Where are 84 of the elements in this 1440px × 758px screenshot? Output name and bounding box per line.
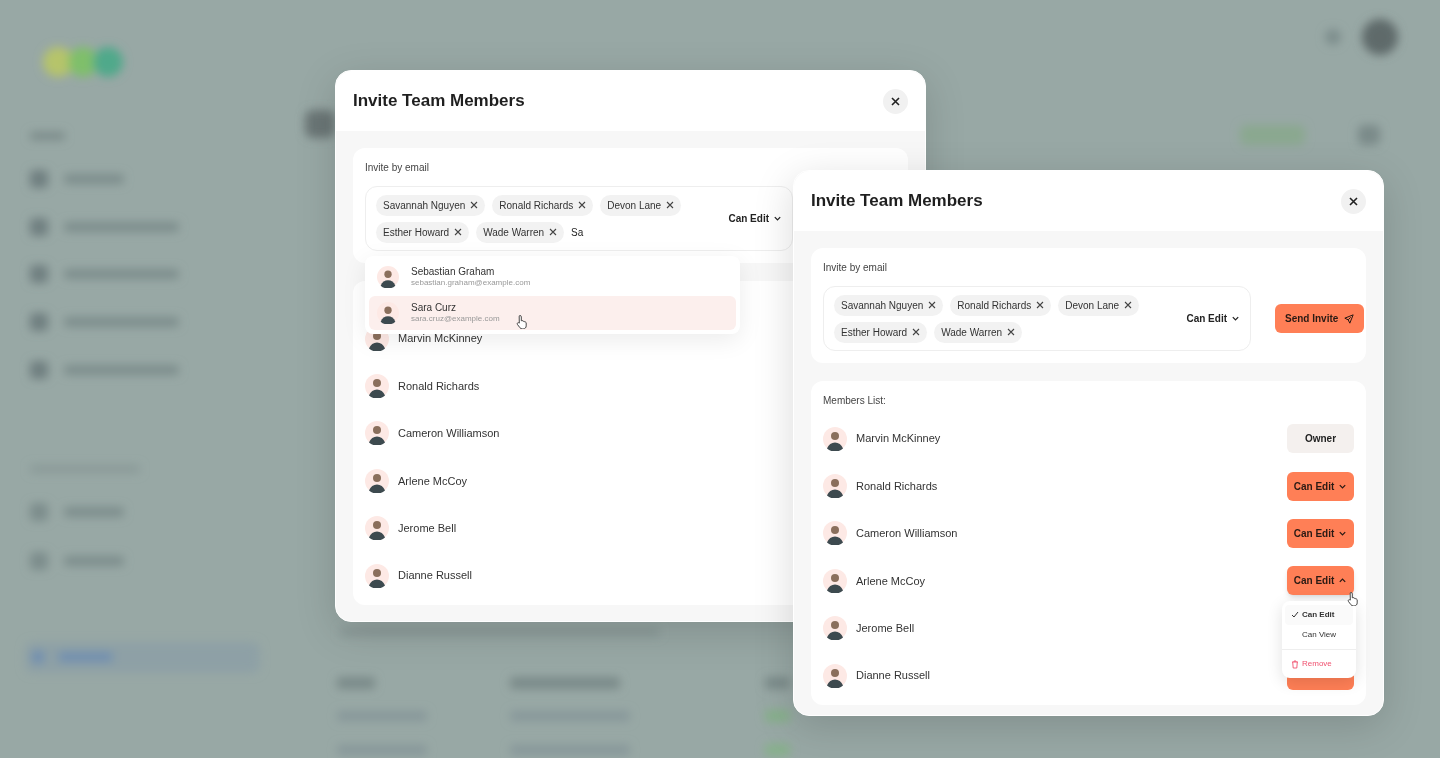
email-input-field[interactable]: Savannah Nguyen Ronald Richards Devon Lane Esther Howard Wade Warren Sa Can Edit <box>365 186 793 251</box>
avatar-icon <box>823 474 847 499</box>
blurred-button-drawing <box>1358 125 1380 145</box>
member-name: Dianne Russell <box>398 568 472 584</box>
close-icon[interactable] <box>1036 301 1045 309</box>
dialog-title: Invite Team Members <box>353 90 525 113</box>
role-dropdown-button[interactable]: Can Edit <box>1287 518 1354 548</box>
avatar-icon <box>823 616 847 641</box>
avatar-icon <box>365 516 389 541</box>
check-icon <box>1291 611 1299 619</box>
member-name: Ronald Richards <box>398 378 480 394</box>
suggestion-email: sara.cruz@example.com <box>411 314 500 325</box>
email-input-field[interactable]: Savannah Nguyen Ronald Richards Devon Lane Esther Howard Wade Warren Can Edit <box>823 286 1251 351</box>
avatar-icon <box>823 663 847 688</box>
pointer-cursor-icon <box>516 314 529 329</box>
avatar-icon <box>823 426 847 451</box>
dialog-title: Invite Team Members <box>811 190 983 213</box>
members-label: Members List: <box>823 394 887 408</box>
email-chip: Ronald Richards <box>492 194 594 216</box>
permission-dropdown[interactable]: Can Edit <box>728 211 782 226</box>
email-chip: Esther Howard <box>376 221 470 243</box>
avatar-icon <box>377 302 399 324</box>
blurred-button-drawing <box>305 110 335 138</box>
email-chip: Savannah Nguyen <box>376 194 486 216</box>
close-icon[interactable] <box>912 328 921 336</box>
avatar-icon <box>365 563 389 588</box>
field-label: Invite by email <box>823 261 888 275</box>
close-icon <box>891 96 900 106</box>
close-icon[interactable] <box>470 201 479 209</box>
avatar-icon <box>377 266 399 288</box>
member-name: Marvin McKinney <box>398 331 483 347</box>
close-icon[interactable] <box>1124 301 1133 309</box>
suggestion-name: Sebastian Graham <box>411 265 496 279</box>
owner-role-button[interactable]: Owner <box>1287 424 1354 454</box>
option-label: Can Edit <box>1302 609 1335 621</box>
option-label: Remove <box>1302 658 1332 670</box>
member-name: Jerome Bell <box>398 521 457 536</box>
chevron-down-icon <box>773 214 782 223</box>
email-chip: Devon Lane <box>600 194 682 216</box>
close-icon[interactable] <box>1007 328 1016 336</box>
avatar-icon <box>823 521 847 546</box>
role-dropdown-button[interactable]: Can Edit <box>1287 566 1354 596</box>
role-option[interactable]: Can View <box>1285 625 1353 645</box>
avatar-icon <box>365 468 389 493</box>
option-label: Can View <box>1302 629 1337 641</box>
email-chip: Ronald Richards <box>950 294 1052 316</box>
blurred-avatar-drawing <box>1362 19 1398 55</box>
close-icon[interactable] <box>454 228 463 236</box>
avatar-icon <box>365 421 389 446</box>
suggestion-email: sebastian.graham@example.com <box>411 278 531 289</box>
suggestion-name: Sara Curz <box>411 301 457 315</box>
close-icon[interactable] <box>666 201 675 209</box>
permission-dropdown[interactable]: Can Edit <box>1186 311 1240 326</box>
member-name: Arlene McCoy <box>398 473 468 489</box>
member-name: Arlene McCoy <box>856 573 926 589</box>
remove-option[interactable]: Remove <box>1282 654 1356 674</box>
member-name: Cameron Williamson <box>856 526 958 542</box>
chevron-down-icon <box>1231 314 1240 323</box>
member-name: Dianne Russell <box>856 668 930 684</box>
close-icon <box>1349 196 1358 206</box>
trash-icon <box>1291 659 1299 669</box>
email-input[interactable]: Sa <box>571 224 596 240</box>
email-chip: Wade Warren <box>934 321 1023 343</box>
email-chip: Esther Howard <box>834 321 928 343</box>
email-chip: Wade Warren <box>476 221 565 243</box>
avatar-icon <box>365 374 389 399</box>
close-icon[interactable] <box>928 301 937 309</box>
close-icon[interactable] <box>578 201 587 209</box>
close-button[interactable] <box>1341 188 1366 214</box>
member-name: Cameron Williamson <box>398 426 500 442</box>
role-option[interactable]: Can Edit <box>1285 605 1353 625</box>
member-name: Ronald Richards <box>856 478 938 494</box>
send-invite-button[interactable]: Send Invite <box>1275 304 1365 333</box>
avatar-icon <box>823 568 847 593</box>
member-name: Jerome Bell <box>856 621 915 636</box>
email-chip: Devon Lane <box>1058 294 1140 316</box>
role-dropdown-button[interactable]: Can Edit <box>1287 471 1354 501</box>
suggestion-item[interactable]: Sara Curz sara.cruz@example.com <box>369 296 736 330</box>
send-icon <box>1344 313 1355 324</box>
field-label: Invite by email <box>365 161 430 175</box>
close-icon[interactable] <box>549 228 558 236</box>
close-button[interactable] <box>883 88 908 114</box>
member-name: Marvin McKinney <box>856 431 941 447</box>
email-chip: Savannah Nguyen <box>834 294 944 316</box>
